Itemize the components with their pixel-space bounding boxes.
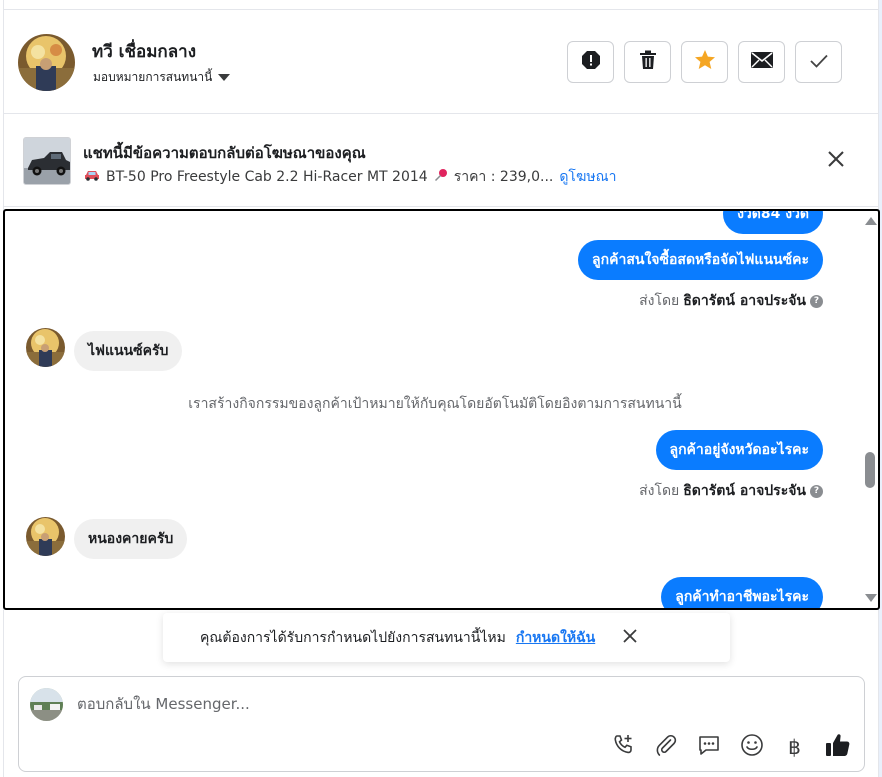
sender-name: ธิดารัตน์ อาจประจัน [683, 293, 806, 309]
dismiss-ad-banner-button[interactable] [824, 149, 848, 173]
ad-reply-banner: แชทนี้มีข้อความตอบกลับต่อโฆษณาของคุณ BT-… [4, 115, 878, 207]
message-incoming: หนองคายครับ [74, 519, 188, 559]
trash-icon [639, 50, 657, 74]
emoji-button[interactable] [739, 733, 764, 761]
caret-down-icon [218, 74, 231, 81]
close-icon [828, 151, 844, 171]
assign-to-me-prompt: คุณต้องการได้รับการกำหนดไปยังการสนทนานี้… [163, 613, 730, 662]
like-button[interactable] [825, 732, 851, 762]
phone-plus-icon [611, 733, 635, 761]
scroll-down-arrow-icon[interactable] [865, 594, 877, 602]
alert-octagon-icon [581, 50, 601, 74]
reply-input[interactable] [77, 695, 597, 713]
attach-button[interactable] [653, 734, 678, 759]
pushpin-icon [434, 168, 448, 186]
ad-banner-title: แชทนี้มีข้อความตอบกลับต่อโฆษณาของคุณ [83, 144, 366, 162]
ad-details: BT-50 Pro Freestyle Cab 2.2 Hi-Racer MT … [84, 166, 616, 188]
done-button[interactable] [795, 41, 842, 83]
saved-replies-button[interactable] [696, 734, 721, 759]
paperclip-icon [654, 733, 678, 761]
sent-by-label: ส่งโดย ธิดารัตน์ อาจประจัน ? [639, 290, 823, 312]
contact-avatar-small[interactable] [26, 328, 65, 367]
payment-button[interactable]: ฿ [782, 734, 807, 759]
spam-button[interactable] [567, 41, 614, 83]
unread-button[interactable] [738, 41, 785, 83]
composer-tools: ฿ [610, 732, 851, 762]
reply-composer: ฿ [18, 676, 865, 772]
view-ad-link[interactable]: ดูโฆษณา [559, 166, 616, 188]
conversation-header: ทวี เชื่อมกลาง มอบหมายการสนทนานี้ [4, 10, 878, 114]
ad-price: ราคา : 239,0... [453, 169, 554, 185]
message-thread[interactable]: งวด84 งวด ลูกค้าสนใจซื้อสดหรือจัดไฟแนนซ์… [3, 209, 880, 610]
message-incoming: ไฟแนนซ์ครับ [74, 331, 183, 371]
sent-by-label: ส่งโดย ธิดารัตน์ อาจประจัน ? [639, 480, 823, 502]
ad-car-thumbnail[interactable] [23, 137, 71, 185]
chat-bubble-dots-icon [697, 733, 721, 761]
sender-name: ธิดารัตน์ อาจประจัน [683, 483, 806, 499]
header-actions [567, 41, 842, 83]
assign-to-me-link[interactable]: กำหนดให้ฉัน [516, 627, 595, 649]
info-icon[interactable]: ? [810, 484, 823, 498]
message-outgoing: ลูกค้าอยู่จังหวัดอะไรคะ [655, 430, 823, 470]
system-notice: เราสร้างกิจกรรมของลูกค้าเป้าหมายให้กับคุ… [188, 396, 682, 412]
assign-dropdown[interactable]: มอบหมายการสนทนานี้ [93, 68, 231, 87]
info-icon[interactable]: ? [810, 294, 823, 308]
contact-name: ทวี เชื่อมกลาง [92, 42, 196, 62]
ad-car-name: BT-50 Pro Freestyle Cab 2.2 Hi-Racer MT … [106, 169, 428, 185]
page-avatar [30, 688, 63, 721]
checkmark-icon [809, 53, 828, 72]
star-icon [694, 49, 716, 75]
envelope-icon [750, 52, 773, 72]
sent-by-prefix: ส่งโดย [639, 293, 680, 309]
contact-avatar[interactable] [18, 34, 75, 91]
smiley-icon [740, 733, 764, 761]
star-button[interactable] [681, 41, 728, 83]
contact-avatar-small[interactable] [26, 517, 65, 556]
scroll-up-arrow-icon[interactable] [865, 217, 877, 225]
delete-button[interactable] [624, 41, 671, 83]
close-icon [623, 628, 637, 647]
message-outgoing: ลูกค้าทำอาชีพอะไรคะ [661, 577, 823, 608]
sent-by-prefix: ส่งโดย [639, 483, 680, 499]
baht-icon: ฿ [788, 734, 801, 759]
call-button[interactable] [610, 734, 635, 759]
message-outgoing: ลูกค้าสนใจซื้อสดหรือจัดไฟแนนซ์คะ [578, 240, 823, 280]
message-outgoing: งวด84 งวด [723, 211, 823, 234]
assign-label: มอบหมายการสนทนานี้ [93, 70, 213, 84]
chat-scrollbar[interactable] [862, 211, 878, 608]
assign-prompt-text: คุณต้องการได้รับการกำหนดไปยังการสนทนานี้… [200, 629, 506, 646]
car-icon [84, 169, 100, 185]
thumbs-up-icon [825, 732, 851, 762]
dismiss-prompt-button[interactable] [621, 628, 639, 647]
scrollbar-thumb[interactable] [865, 452, 875, 488]
